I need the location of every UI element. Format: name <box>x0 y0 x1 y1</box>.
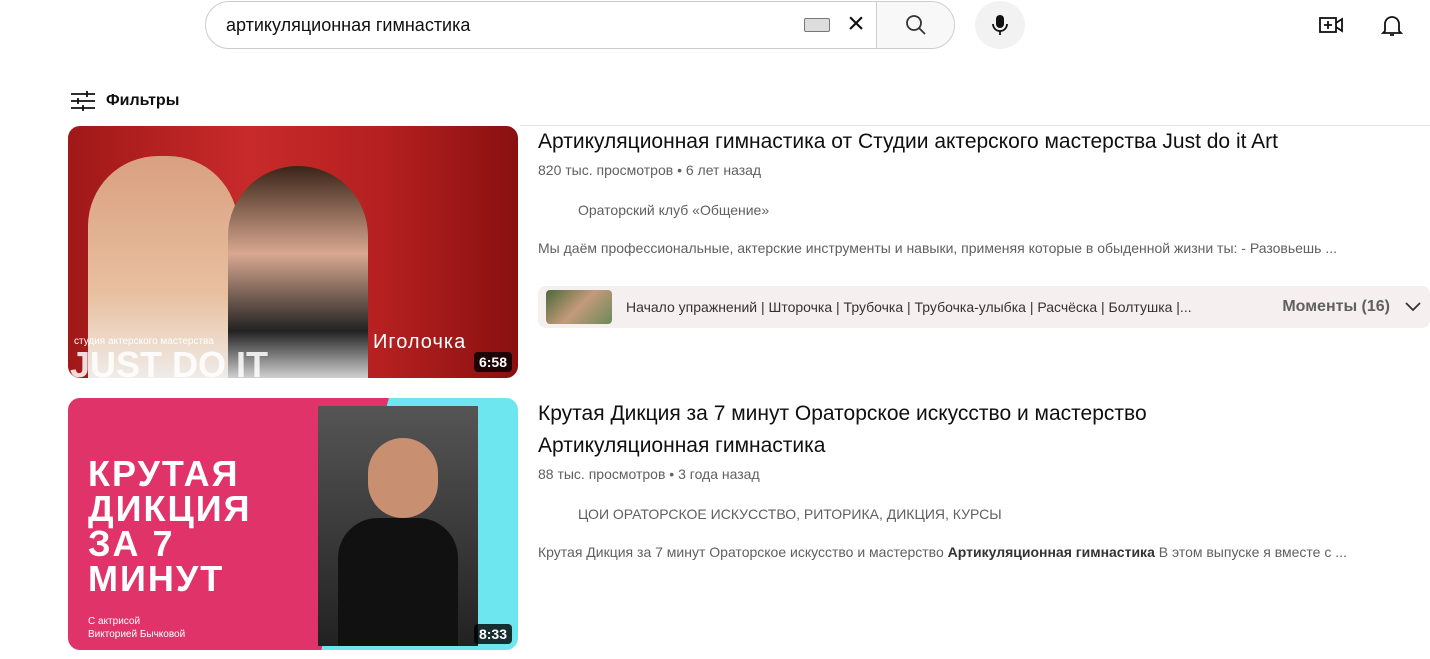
duration-badge: 6:58 <box>473 352 512 372</box>
video-meta: 88 тыс. просмотров • 3 года назад <box>538 466 760 482</box>
filters-button[interactable]: Фильтры <box>70 90 179 112</box>
video-thumbnail[interactable]: студия актерского мастерства JUST DO IT … <box>68 126 518 378</box>
video-thumbnail[interactable]: КРУТАЯ ДИКЦИЯ ЗА 7 МИНУТ С актрисой Викт… <box>68 398 518 650</box>
search-icon <box>905 15 926 35</box>
video-title[interactable]: Крутая Дикция за 7 минут Ораторское иску… <box>538 398 1218 462</box>
moment-thumbnail <box>546 290 612 324</box>
duration-badge: 8:33 <box>473 624 512 644</box>
video-description: Мы даём профессиональные, актерские инст… <box>538 240 1338 256</box>
keyboard-icon[interactable] <box>804 18 830 32</box>
moments-chapters: Начало упражнений | Шторочка | Трубочка … <box>626 299 1192 315</box>
filter-sliders-icon <box>71 91 95 111</box>
create-video-icon[interactable] <box>1318 12 1344 38</box>
channel-name[interactable]: ЦОИ ОРАТОРСКОЕ ИСКУССТВО, РИТОРИКА, ДИКЦ… <box>578 506 1430 522</box>
search-box: артикуляционная гимнастика × <box>205 1 955 49</box>
microphone-icon <box>992 15 1008 35</box>
channel-name[interactable]: Ораторский клуб «Общение» <box>578 202 1430 218</box>
video-result: КРУТАЯ ДИКЦИЯ ЗА 7 МИНУТ С актрисой Викт… <box>68 398 1430 650</box>
video-title[interactable]: Артикуляционная гимнастика от Студии акт… <box>538 126 1430 158</box>
moments-label: Моменты (16) <box>1282 298 1390 315</box>
clear-search-button[interactable]: × <box>836 2 876 48</box>
video-result: студия актерского мастерства JUST DO IT … <box>68 126 1430 378</box>
notifications-bell-icon[interactable] <box>1379 12 1405 38</box>
key-moments-bar[interactable]: Начало упражнений | Шторочка | Трубочка … <box>538 286 1430 328</box>
filters-label: Фильтры <box>106 92 180 109</box>
video-description: Крутая Дикция за 7 минут Ораторское иску… <box>538 544 1347 560</box>
search-button[interactable] <box>876 2 954 48</box>
video-meta: 820 тыс. просмотров • 6 лет назад <box>538 162 762 178</box>
chevron-down-icon[interactable] <box>1404 301 1422 313</box>
voice-search-button[interactable] <box>975 1 1025 49</box>
search-input[interactable]: артикуляционная гимнастика <box>206 2 804 48</box>
